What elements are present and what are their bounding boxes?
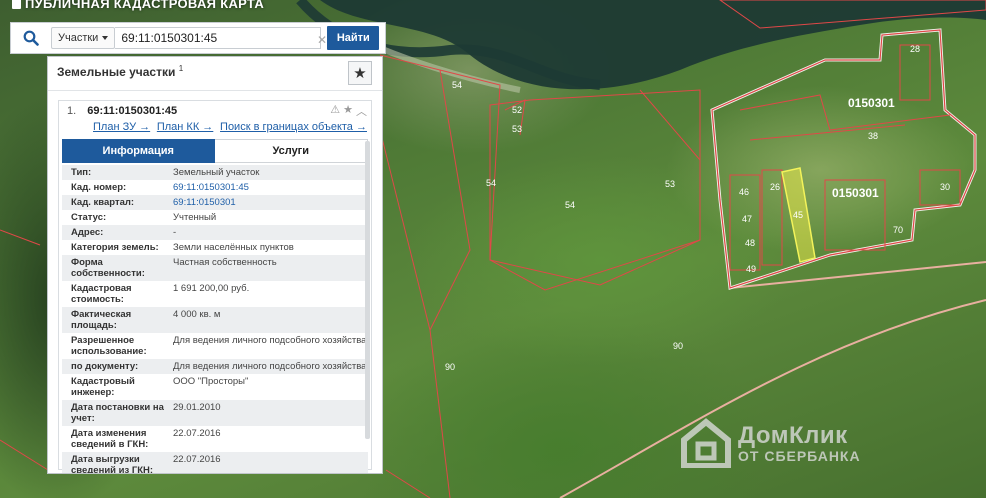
attribute-row: Статус: Учтенный xyxy=(71,212,217,223)
result-count: 1 xyxy=(178,64,184,73)
plot-label: 90 xyxy=(673,341,683,351)
attribute-row: Дата постановки на учет: 29.01.2010 xyxy=(62,400,368,426)
result-card: 1. 69:11:0150301:45 ⚠ ★ ︿ План ЗУ → План… xyxy=(58,100,372,473)
plot-label: 26 xyxy=(770,182,780,192)
result-index: 1. xyxy=(67,105,77,117)
plot-label: 54 xyxy=(452,80,462,90)
plot-label: 52 xyxy=(512,105,522,115)
plot-label: 90 xyxy=(445,362,455,372)
attribute-row: Разрешенное использование: Для ведения ли… xyxy=(71,335,367,357)
house-logo-icon xyxy=(681,418,731,468)
plot-label: 53 xyxy=(665,179,675,189)
search-bounds-link[interactable]: Поиск в границах объекта → xyxy=(220,121,367,137)
plot-label: 28 xyxy=(910,44,920,54)
attribute-row: Дата выгрузки сведений из ГКН: 22.07.2016 xyxy=(62,452,368,473)
attribute-row: Категория земель: Земли населённых пункто… xyxy=(71,242,294,253)
search-icon[interactable] xyxy=(11,23,51,53)
attribute-row: Кад. квартал: 69:11:0150301 xyxy=(62,195,368,210)
result-header[interactable]: 1. 69:11:0150301:45 ⚠ ★ ︿ xyxy=(59,101,371,121)
attributes-table: Тип: Земельный участок Кад. номер: 69:11:0… xyxy=(62,165,368,473)
attribute-row: Форма собственности: Частная собственност… xyxy=(62,255,368,281)
plot-label: 70 xyxy=(893,225,903,235)
star-icon[interactable]: ★ xyxy=(343,103,353,119)
close-icon[interactable]: ✕ xyxy=(317,33,327,47)
domclick-watermark: ДомКлик ОТ СБЕРБАНКА xyxy=(680,418,861,468)
tab-info[interactable]: Информация xyxy=(62,139,215,163)
attribute-row: Кадастровый инженер: ООО "Просторы" xyxy=(71,376,249,398)
result-tools: ⚠ ★ ︿ xyxy=(330,103,367,119)
plot-label: 38 xyxy=(868,131,878,141)
chevron-down-icon xyxy=(102,36,109,40)
attribute-row: Адрес: - xyxy=(62,225,368,240)
attribute-row: Кад. номер: 69:11:0150301:45 xyxy=(71,182,249,193)
search-button[interactable]: Найти xyxy=(327,26,380,50)
favorite-button[interactable]: ★ xyxy=(348,61,372,85)
plot-label: 46 xyxy=(739,187,749,197)
plot-label: 47 xyxy=(742,214,752,224)
attribute-row: Фактическая площадь: 4 000 кв. м xyxy=(62,307,368,333)
plot-labels: 54 52 53 54 54 53 90 90 28 70 46 47 48 4… xyxy=(445,44,950,372)
plot-label: 53 xyxy=(512,124,522,134)
search-type-select[interactable]: Участки xyxy=(51,27,116,49)
quarter-label: 0150301 xyxy=(832,186,879,200)
panel-scrollbar[interactable] xyxy=(365,141,370,439)
result-cadastral-id: 69:11:0150301:45 xyxy=(87,105,178,117)
attribute-row: по документу: Для ведения личного подсобн… xyxy=(62,359,368,374)
search-bar: Участки ✕ Найти xyxy=(10,22,386,54)
search-input[interactable] xyxy=(115,27,322,49)
chevron-up-icon[interactable]: ︿ xyxy=(356,103,367,119)
river xyxy=(320,0,986,90)
panel-title: Земельные участки 1 xyxy=(57,64,184,79)
plot-label: 54 xyxy=(565,200,575,210)
plot-label: 45 xyxy=(793,210,803,220)
app-logo-icon xyxy=(12,0,21,9)
results-panel: Земельные участки 1 ★ 1. 69:11:0150301:4… xyxy=(47,56,383,474)
warning-icon[interactable]: ⚠ xyxy=(330,103,340,119)
quarter-label: 0150301 xyxy=(848,96,895,110)
cadastral-quarter-link[interactable]: 69:11:0150301 xyxy=(173,197,236,208)
app-title: ПУБЛИЧНАЯ КАДАСТРОВАЯ КАРТА xyxy=(12,0,264,11)
cadastral-number-link[interactable]: 69:11:0150301:45 xyxy=(173,182,249,193)
attribute-row: Дата изменения сведений в ГКН: 22.07.2016 xyxy=(71,428,221,450)
plan-kk-link[interactable]: План КК → xyxy=(157,121,213,137)
tab-services[interactable]: Услуги xyxy=(214,139,368,163)
attribute-row: Тип: Земельный участок xyxy=(62,165,368,180)
attribute-row: Кадастровая стоимость: 1 691 200,00 руб. xyxy=(71,283,250,305)
plot-label: 30 xyxy=(940,182,950,192)
watermark-brand: ДомКлик xyxy=(738,422,848,449)
result-links: План ЗУ → План КК → Поиск в границах объ… xyxy=(59,121,371,137)
quarter-boundary xyxy=(710,28,977,291)
plot-label: 54 xyxy=(486,178,496,188)
result-tabs: Информация Услуги xyxy=(62,139,368,163)
watermark-sub: ОТ СБЕРБАНКА xyxy=(738,448,861,464)
plan-zu-link[interactable]: План ЗУ → xyxy=(93,121,150,137)
plot-label: 49 xyxy=(746,264,756,274)
plot-label: 48 xyxy=(745,238,755,248)
village-parcels xyxy=(729,44,961,271)
panel-header: Земельные участки 1 ★ xyxy=(48,57,382,91)
star-icon: ★ xyxy=(353,65,367,82)
